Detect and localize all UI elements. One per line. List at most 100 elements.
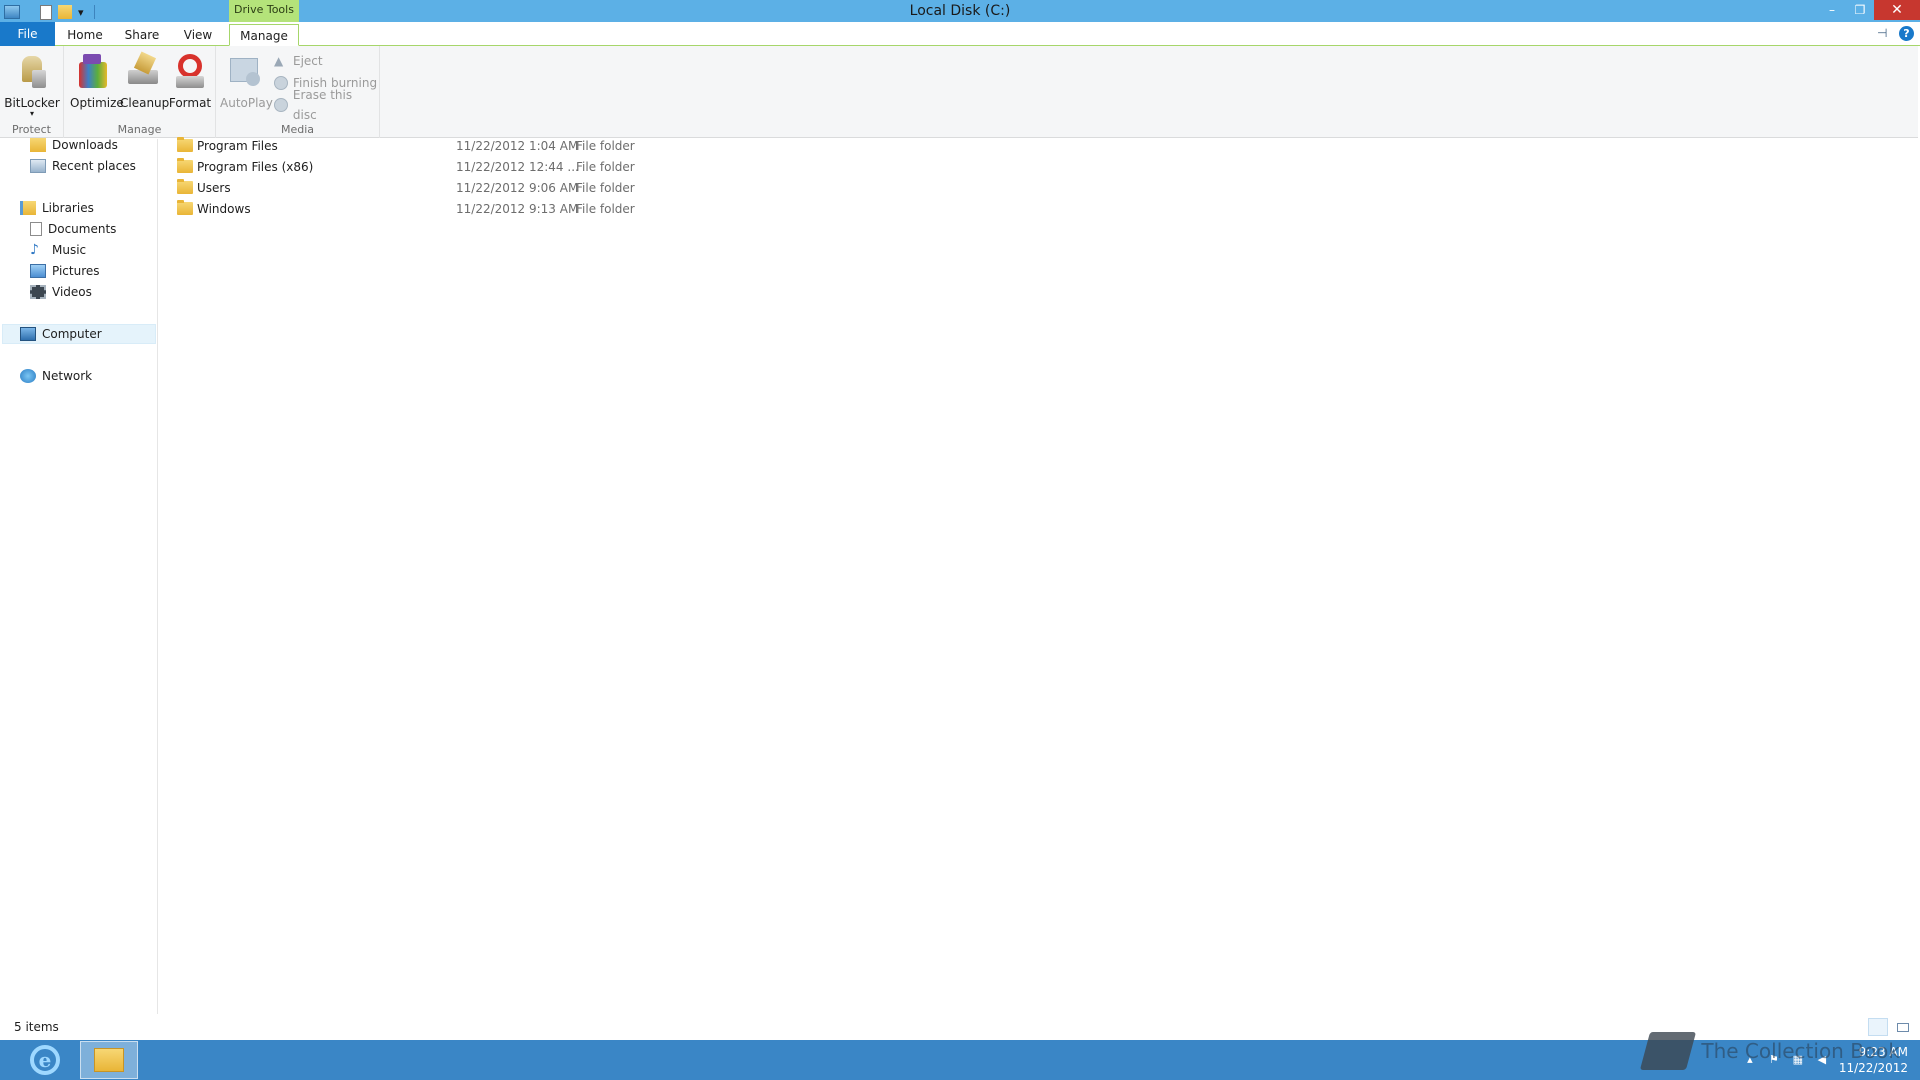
group-media: AutoPlay ▲ Eject Finish burning Erase th…: [216, 46, 380, 138]
group-manage: Optimize Cleanup Format Manage: [64, 46, 216, 138]
nav-label-network: Network: [42, 369, 93, 383]
eject-label: Eject: [293, 54, 323, 68]
navigation-pane: Downloads Recent places Libraries Docume…: [0, 138, 158, 1014]
file-date: 11/22/2012 12:44 ...: [456, 160, 579, 174]
minimize-button[interactable]: –: [1818, 0, 1846, 20]
folder-icon: [177, 179, 193, 194]
disc-burn-icon: [274, 76, 288, 90]
videos-icon: [30, 285, 46, 299]
bitlocker-button[interactable]: BitLocker ▾: [4, 50, 60, 120]
file-type: File folder: [576, 181, 635, 195]
ribbon-tab-bar: File Home Share View Manage ⊣ ?: [0, 22, 1920, 46]
nav-item-network[interactable]: Network: [20, 366, 92, 386]
list-item[interactable]: Program Files 11/22/2012 1:04 AM File fo…: [177, 136, 777, 156]
restore-button[interactable]: ❐: [1846, 0, 1874, 20]
autoplay-icon: [226, 52, 262, 92]
tab-home[interactable]: Home: [66, 24, 104, 46]
cleanup-icon: [125, 51, 161, 92]
ribbon: BitLocker ▾ Protect Optimize Cleanup For…: [0, 46, 1918, 138]
cleanup-button[interactable]: Cleanup: [120, 50, 170, 120]
file-name: Users: [197, 181, 231, 195]
file-explorer-button[interactable]: [80, 1041, 138, 1079]
watermark-text: The Collection Book: [1701, 1039, 1900, 1063]
folder-icon: [177, 137, 193, 152]
nav-item-videos[interactable]: Videos: [30, 282, 92, 302]
file-explorer-icon: [94, 1048, 124, 1072]
bitlocker-label: BitLocker: [4, 96, 60, 110]
nav-label-videos: Videos: [52, 285, 92, 299]
nav-item-music[interactable]: ♪ Music: [30, 240, 86, 260]
file-list: Program Files 11/22/2012 1:04 AM File fo…: [159, 136, 1920, 1014]
tab-share[interactable]: Share: [122, 24, 162, 46]
bitlocker-icon: [14, 52, 50, 92]
format-button[interactable]: Format: [168, 50, 212, 120]
pictures-icon: [30, 264, 46, 278]
file-name: Windows: [197, 202, 251, 216]
documents-icon: [30, 222, 42, 236]
nav-item-downloads[interactable]: Downloads: [30, 135, 118, 155]
nav-label-pictures: Pictures: [52, 264, 100, 278]
file-date: 11/22/2012 1:04 AM: [456, 139, 579, 153]
tab-file[interactable]: File: [0, 22, 55, 46]
eject-icon: ▲: [274, 54, 284, 68]
book-logo-icon: [1640, 1032, 1697, 1070]
downloads-icon: [30, 138, 46, 152]
close-button[interactable]: ✕: [1874, 0, 1920, 20]
folder-icon: [177, 200, 193, 215]
bitlocker-dropdown-icon: ▾: [29, 109, 34, 118]
eject-button[interactable]: ▲ Eject: [274, 51, 323, 71]
format-label: Format: [168, 96, 212, 110]
watermark: The Collection Book: [1640, 1032, 1900, 1070]
nav-item-recent-places[interactable]: Recent places: [30, 156, 136, 176]
file-type: File folder: [576, 202, 635, 216]
nav-label-computer: Computer: [42, 327, 102, 341]
libraries-icon: [20, 201, 36, 215]
nav-item-computer[interactable]: Computer: [2, 324, 156, 344]
recent-places-icon: [30, 159, 46, 173]
nav-label-downloads: Downloads: [52, 138, 118, 152]
file-name: Program Files: [197, 139, 278, 153]
window-controls: – ❐ ✕: [1818, 0, 1920, 22]
nav-label-recent-places: Recent places: [52, 159, 136, 173]
optimize-icon: [75, 52, 111, 92]
file-date: 11/22/2012 9:06 AM: [456, 181, 579, 195]
group-protect: BitLocker ▾ Protect: [0, 46, 64, 138]
nav-label-documents: Documents: [48, 222, 117, 236]
nav-item-libraries[interactable]: Libraries: [20, 198, 94, 218]
ribbon-right-controls: ⊣ ?: [1877, 26, 1914, 41]
file-type: File folder: [576, 160, 635, 174]
autoplay-button[interactable]: AutoPlay: [220, 50, 273, 120]
taskbar: e ▴ ⚑ ▦ ◀ 9:23 AM 11/22/2012: [0, 1040, 1920, 1080]
expand-ribbon-icon[interactable]: ⊣: [1877, 26, 1893, 41]
internet-explorer-icon: e: [30, 1045, 60, 1075]
computer-icon: [20, 327, 36, 341]
status-bar: 5 items: [0, 1014, 1920, 1040]
network-icon: [20, 369, 36, 383]
nav-label-libraries: Libraries: [42, 201, 94, 215]
group-label-media: Media: [280, 123, 315, 136]
erase-disc-button[interactable]: Erase this disc: [274, 88, 379, 122]
tab-view[interactable]: View: [180, 24, 216, 46]
list-item[interactable]: Users 11/22/2012 9:06 AM File folder: [177, 178, 777, 198]
erase-disc-icon: [274, 98, 288, 112]
nav-item-documents[interactable]: Documents: [30, 219, 116, 239]
optimize-button[interactable]: Optimize: [70, 50, 124, 120]
cleanup-label: Cleanup: [120, 96, 170, 110]
tab-manage[interactable]: Manage: [229, 24, 299, 46]
nav-label-music: Music: [52, 243, 87, 257]
list-item[interactable]: Windows 11/22/2012 9:13 AM File folder: [177, 199, 777, 219]
autoplay-label: AutoPlay: [220, 96, 273, 110]
list-item[interactable]: Program Files (x86) 11/22/2012 12:44 ...…: [177, 157, 777, 177]
format-icon: [172, 52, 208, 92]
folder-icon: [177, 158, 193, 173]
erase-disc-label: Erase this disc: [292, 88, 353, 122]
item-count: 5 items: [14, 1020, 59, 1034]
help-icon[interactable]: ?: [1899, 26, 1914, 41]
file-name: Program Files (x86): [197, 160, 314, 174]
music-icon: ♪: [30, 242, 39, 258]
nav-item-pictures[interactable]: Pictures: [30, 261, 100, 281]
file-date: 11/22/2012 9:13 AM: [456, 202, 579, 216]
drive-tools-context-label: Drive Tools: [229, 0, 299, 22]
optimize-label: Optimize: [70, 96, 124, 110]
internet-explorer-button[interactable]: e: [16, 1041, 74, 1079]
